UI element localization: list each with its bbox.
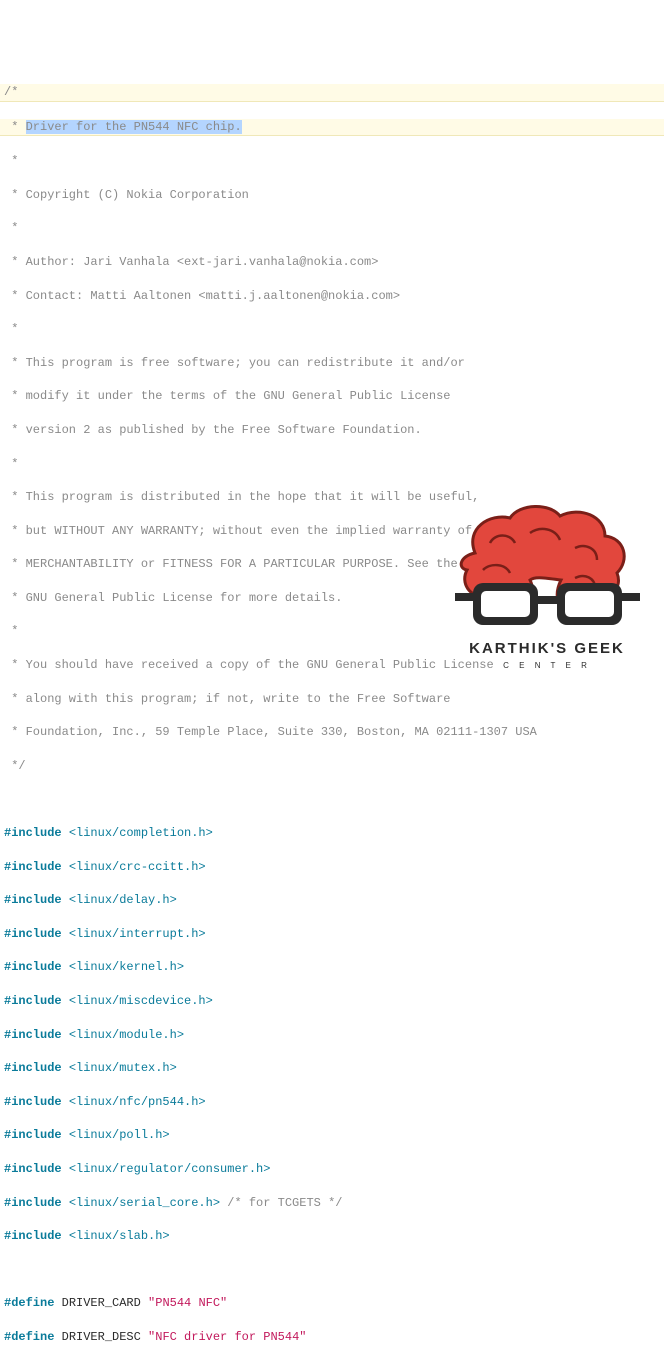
include-header: <linux/nfc/pn544.h> [69,1095,206,1109]
brain-glasses-icon: KARTHIK'S GEEK C E N T E R [435,498,660,678]
code-line[interactable]: * This program is free software; you can… [0,355,664,372]
inline-comment: /* for TCGETS */ [227,1196,342,1210]
code-line[interactable] [0,1262,664,1279]
include-kw: #include [4,826,62,840]
comment-prefix: * [4,120,26,134]
include-header: <linux/mutex.h> [69,1061,177,1075]
include-kw: #include [4,893,62,907]
code-line[interactable]: * modify it under the terms of the GNU G… [0,388,664,405]
code-line[interactable] [0,791,664,808]
comment-text: * [4,624,18,638]
include-kw: #include [4,1196,62,1210]
code-line[interactable]: #include <linux/mutex.h> [0,1060,664,1077]
include-kw: #include [4,927,62,941]
include-header: <linux/slab.h> [69,1229,170,1243]
string-literal: "NFC driver for PN544" [148,1330,306,1344]
comment-text: * [4,457,18,471]
code-line[interactable]: #include <linux/completion.h> [0,825,664,842]
code-line[interactable]: #define DRIVER_CARD "PN544 NFC" [0,1295,664,1312]
comment-text: /* [4,85,18,99]
include-kw: #include [4,1128,62,1142]
include-kw: #include [4,1095,62,1109]
code-line[interactable]: * version 2 as published by the Free Sof… [0,422,664,439]
include-header: <linux/interrupt.h> [69,927,206,941]
include-kw: #include [4,1162,62,1176]
code-line[interactable]: #include <linux/delay.h> [0,892,664,909]
logo-text-main: KARTHIK'S GEEK [470,640,626,657]
define-kw: #define [4,1296,54,1310]
comment-text: * [4,154,18,168]
code-line[interactable]: #include <linux/kernel.h> [0,959,664,976]
comment-text: * This program is free software; you can… [4,356,465,370]
comment-text: * version 2 as published by the Free Sof… [4,423,422,437]
include-header: <linux/kernel.h> [69,960,184,974]
include-header: <linux/poll.h> [69,1128,170,1142]
logo-text-sub: C E N T E R [504,661,592,670]
define-kw: #define [4,1330,54,1344]
code-line[interactable]: #include <linux/interrupt.h> [0,926,664,943]
include-kw: #include [4,994,62,1008]
include-kw: #include [4,860,62,874]
code-line[interactable]: #include <linux/poll.h> [0,1127,664,1144]
comment-text: * along with this program; if not, write… [4,692,450,706]
code-line[interactable]: #include <linux/miscdevice.h> [0,993,664,1010]
include-header: <linux/crc-ccitt.h> [69,860,206,874]
code-line[interactable]: #include <linux/serial_core.h> /* for TC… [0,1195,664,1212]
include-header: <linux/completion.h> [69,826,213,840]
code-line[interactable]: #include <linux/nfc/pn544.h> [0,1094,664,1111]
comment-text: * MERCHANTABILITY or FITNESS FOR A PARTI… [4,557,458,571]
comment-text: */ [4,759,26,773]
include-kw: #include [4,1028,62,1042]
code-line[interactable]: * [0,220,664,237]
include-header: <linux/module.h> [69,1028,184,1042]
comment-text: * This program is distributed in the hop… [4,490,479,504]
comment-text: * Foundation, Inc., 59 Temple Place, Sui… [4,725,537,739]
macro-name: DRIVER_DESC [62,1330,141,1344]
code-viewer[interactable]: /* * Driver for the PN544 NFC chip. * * … [0,67,664,1354]
code-line[interactable]: * [0,456,664,473]
code-line[interactable]: #include <linux/slab.h> [0,1228,664,1245]
macro-name: DRIVER_CARD [62,1296,141,1310]
comment-text: * Contact: Matti Aaltonen <matti.j.aalto… [4,289,400,303]
include-kw: #include [4,1061,62,1075]
code-line[interactable]: #include <linux/regulator/consumer.h> [0,1161,664,1178]
code-line[interactable]: * Contact: Matti Aaltonen <matti.j.aalto… [0,288,664,305]
code-line[interactable]: */ [0,758,664,775]
comment-text: * GNU General Public License for more de… [4,591,342,605]
logo: KARTHIK'S GEEK C E N T E R [421,481,646,661]
selected-text[interactable]: Driver for the PN544 NFC chip. [26,120,242,134]
code-line[interactable]: * Foundation, Inc., 59 Temple Place, Sui… [0,724,664,741]
code-line[interactable]: * along with this program; if not, write… [0,691,664,708]
code-line[interactable]: * [0,153,664,170]
comment-text: * modify it under the terms of the GNU G… [4,389,450,403]
code-line[interactable]: #include <linux/crc-ccitt.h> [0,859,664,876]
code-line[interactable]: #define DRIVER_DESC "NFC driver for PN54… [0,1329,664,1346]
code-line[interactable]: * [0,321,664,338]
code-line[interactable]: * Author: Jari Vanhala <ext-jari.vanhala… [0,254,664,271]
include-kw: #include [4,1229,62,1243]
code-line[interactable]: /* [0,84,664,102]
code-line[interactable]: * Copyright (C) Nokia Corporation [0,187,664,204]
code-line-highlighted[interactable]: * Driver for the PN544 NFC chip. [0,119,664,137]
include-header: <linux/serial_core.h> [69,1196,220,1210]
code-line[interactable]: #include <linux/module.h> [0,1027,664,1044]
include-header: <linux/regulator/consumer.h> [69,1162,271,1176]
include-header: <linux/miscdevice.h> [69,994,213,1008]
comment-text: * Author: Jari Vanhala <ext-jari.vanhala… [4,255,378,269]
comment-text: * [4,322,18,336]
include-header: <linux/delay.h> [69,893,177,907]
comment-text: * Copyright (C) Nokia Corporation [4,188,249,202]
comment-text: * [4,221,18,235]
string-literal: "PN544 NFC" [148,1296,227,1310]
include-kw: #include [4,960,62,974]
comment-text: * but WITHOUT ANY WARRANTY; without even… [4,524,472,538]
